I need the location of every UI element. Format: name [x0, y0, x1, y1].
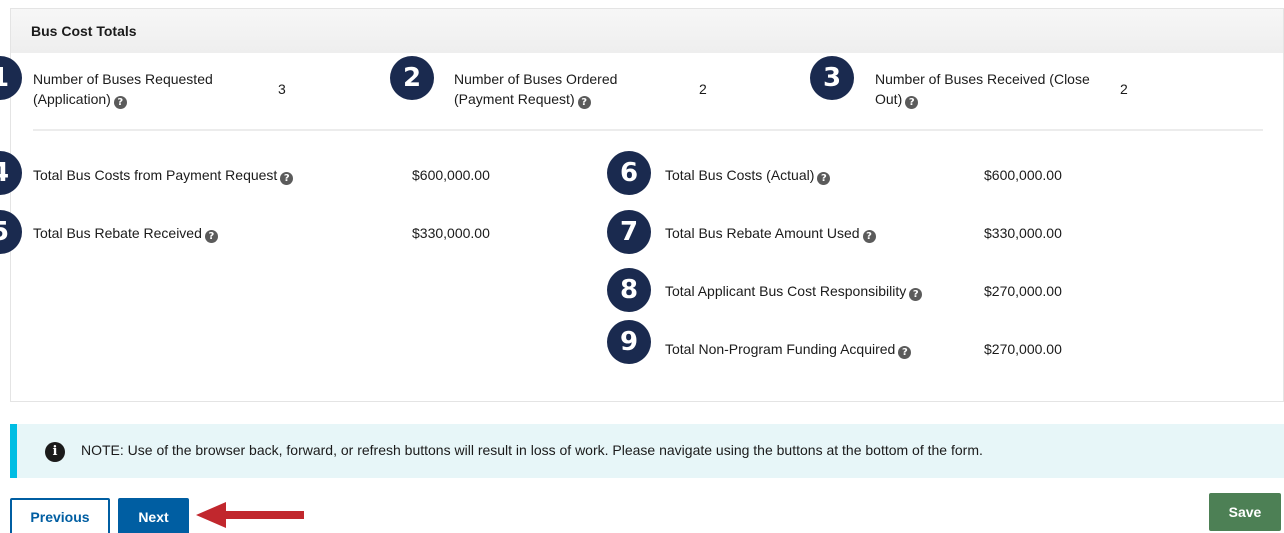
step-badge-9: 9	[607, 320, 651, 364]
help-icon[interactable]: ?	[909, 288, 923, 301]
help-icon[interactable]: ?	[817, 172, 831, 185]
buses-ordered-label-line2-text: (Payment Request)	[454, 91, 575, 107]
rebate-used-value: $330,000.00	[984, 225, 1062, 241]
left-arrow-icon	[196, 502, 304, 528]
buses-received-label-line2-text: Out)	[875, 91, 903, 107]
applicant-responsibility-label: Total Applicant Bus Cost Responsibility?	[665, 281, 923, 301]
previous-button[interactable]: Previous	[10, 498, 110, 533]
panel-header: Bus Cost Totals	[11, 9, 1283, 53]
step-badge-2: 2	[390, 56, 434, 100]
alert-text: NOTE: Use of the browser back, forward, …	[81, 442, 983, 458]
navigation-warning-alert: i NOTE: Use of the browser back, forward…	[10, 424, 1284, 478]
help-icon[interactable]: ?	[280, 172, 294, 185]
actual-costs-label-text: Total Bus Costs (Actual)	[665, 167, 815, 183]
buses-received-value: 2	[1120, 81, 1128, 97]
help-icon[interactable]: ?	[204, 230, 218, 243]
buses-requested-label: Number of Buses Requested (Application)?	[33, 69, 213, 109]
buses-received-label: Number of Buses Received (Close Out)?	[875, 69, 1090, 109]
help-icon[interactable]: ?	[113, 96, 127, 109]
rebate-used-label-text: Total Bus Rebate Amount Used	[665, 225, 860, 241]
buses-requested-label-line1: Number of Buses Requested	[33, 71, 213, 87]
rebate-received-value: $330,000.00	[412, 225, 490, 241]
buses-ordered-label: Number of Buses Ordered (Payment Request…	[454, 69, 617, 109]
save-button[interactable]: Save	[1209, 493, 1281, 531]
non-program-funding-label: Total Non-Program Funding Acquired?	[665, 339, 912, 359]
panel-title: Bus Cost Totals	[31, 23, 137, 39]
buses-requested-value: 3	[278, 81, 286, 97]
help-icon[interactable]: ?	[905, 96, 919, 109]
payment-costs-value: $600,000.00	[412, 167, 490, 183]
step-badge-3: 3	[810, 56, 854, 100]
non-program-funding-label-text: Total Non-Program Funding Acquired	[665, 341, 896, 357]
info-circle-icon: i	[45, 442, 65, 462]
payment-costs-label: Total Bus Costs from Payment Request?	[33, 165, 294, 185]
actual-costs-value: $600,000.00	[984, 167, 1062, 183]
buses-ordered-label-line2: (Payment Request)?	[454, 89, 617, 109]
step-badge-7: 7	[607, 210, 651, 254]
help-icon[interactable]: ?	[862, 230, 876, 243]
payment-costs-label-text: Total Bus Costs from Payment Request	[33, 167, 278, 183]
rebate-received-label: Total Bus Rebate Received?	[33, 223, 218, 243]
help-icon[interactable]: ?	[577, 96, 591, 109]
non-program-funding-value: $270,000.00	[984, 341, 1062, 357]
buses-requested-label-line2-text: (Application)	[33, 91, 111, 107]
rebate-received-label-text: Total Bus Rebate Received	[33, 225, 202, 241]
help-icon[interactable]: ?	[898, 346, 912, 359]
next-button[interactable]: Next	[118, 498, 189, 533]
section-divider	[33, 129, 1263, 131]
buses-received-label-line2: Out)?	[875, 89, 1090, 109]
buses-ordered-label-line1: Number of Buses Ordered	[454, 71, 618, 87]
step-badge-8: 8	[607, 268, 651, 312]
actual-costs-label: Total Bus Costs (Actual)?	[665, 165, 831, 185]
buses-ordered-value: 2	[699, 81, 707, 97]
buses-requested-label-line2: (Application)?	[33, 89, 213, 109]
buses-received-label-line1: Number of Buses Received (Close	[875, 71, 1090, 87]
rebate-used-label: Total Bus Rebate Amount Used?	[665, 223, 876, 243]
step-badge-6: 6	[607, 151, 651, 195]
applicant-responsibility-value: $270,000.00	[984, 283, 1062, 299]
applicant-responsibility-label-text: Total Applicant Bus Cost Responsibility	[665, 283, 907, 299]
